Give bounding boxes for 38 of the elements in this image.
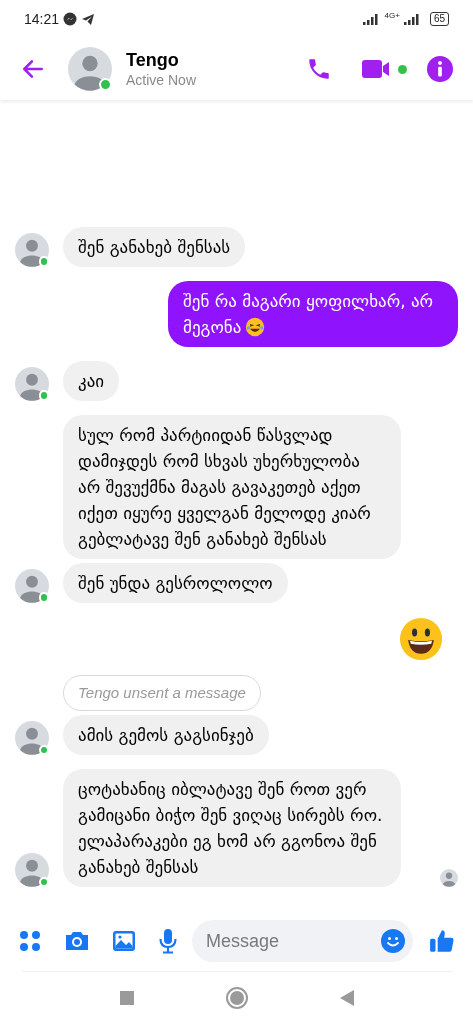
avatar — [440, 869, 458, 887]
back-nav-button[interactable] — [339, 990, 354, 1006]
network-label: 4G+ — [384, 12, 400, 20]
laughing-emoji-icon — [245, 316, 266, 337]
active-status: Active Now — [126, 71, 198, 89]
clock: 14:21 — [24, 9, 60, 29]
phone-call-button[interactable] — [306, 56, 332, 82]
emoji-icon[interactable] — [381, 929, 405, 953]
avatar — [15, 721, 49, 755]
battery-indicator: 65 — [429, 12, 449, 26]
video-call-button[interactable] — [362, 58, 407, 80]
smiley-emoji-icon — [399, 616, 443, 661]
info-button[interactable] — [427, 56, 453, 82]
message-bubble: შენ განახებ შენსას — [63, 226, 246, 267]
home-button[interactable] — [225, 987, 248, 1009]
gallery-button[interactable] — [112, 929, 136, 953]
avatar — [15, 232, 49, 267]
microphone-button[interactable] — [158, 928, 178, 954]
message-field[interactable]: Message — [192, 920, 413, 962]
avatar — [15, 568, 49, 603]
message-bubble: ამის გემოს გაგსინჯებ — [63, 715, 269, 755]
contact-name: Tengo — [126, 49, 180, 71]
message-bubble: კაი — [63, 360, 120, 401]
recents-button[interactable] — [119, 991, 134, 1005]
like-button[interactable] — [429, 928, 455, 954]
signal-icon — [362, 13, 381, 25]
messenger-icon — [63, 12, 78, 26]
avatar — [15, 853, 49, 887]
message-bubble: ცოტახანიც იბლატავე შენ როთ ვერ გამიცანი ბიჭო შენ ვიღაც სირებს რო. ელაპარაკები ეგ ხომ არ გგონოა შენ განახებ შენსას — [63, 769, 401, 887]
signal-icon — [403, 13, 422, 25]
camera-button[interactable] — [64, 929, 90, 953]
telegram-icon — [81, 12, 96, 26]
message-bubble: შენ რა მაგარი ყოფილხარ, არ მეგონა — [168, 280, 458, 347]
avatar — [15, 366, 49, 401]
message-bubble: სულ რომ პარტიიდან წასვლად დამიჯდეს რომ სხვას უხერხულობა არ შევუქმნა მაგას გავაკეთებ აქეთ იქეთ იყურე ყველგან მელოდე კიარ გებლატავე შენ განახებ შენსას — [63, 414, 401, 559]
menu-button[interactable] — [18, 929, 42, 953]
message-bubble: შენ უნდა გესროლოლო — [63, 562, 288, 603]
avatar — [68, 47, 112, 91]
